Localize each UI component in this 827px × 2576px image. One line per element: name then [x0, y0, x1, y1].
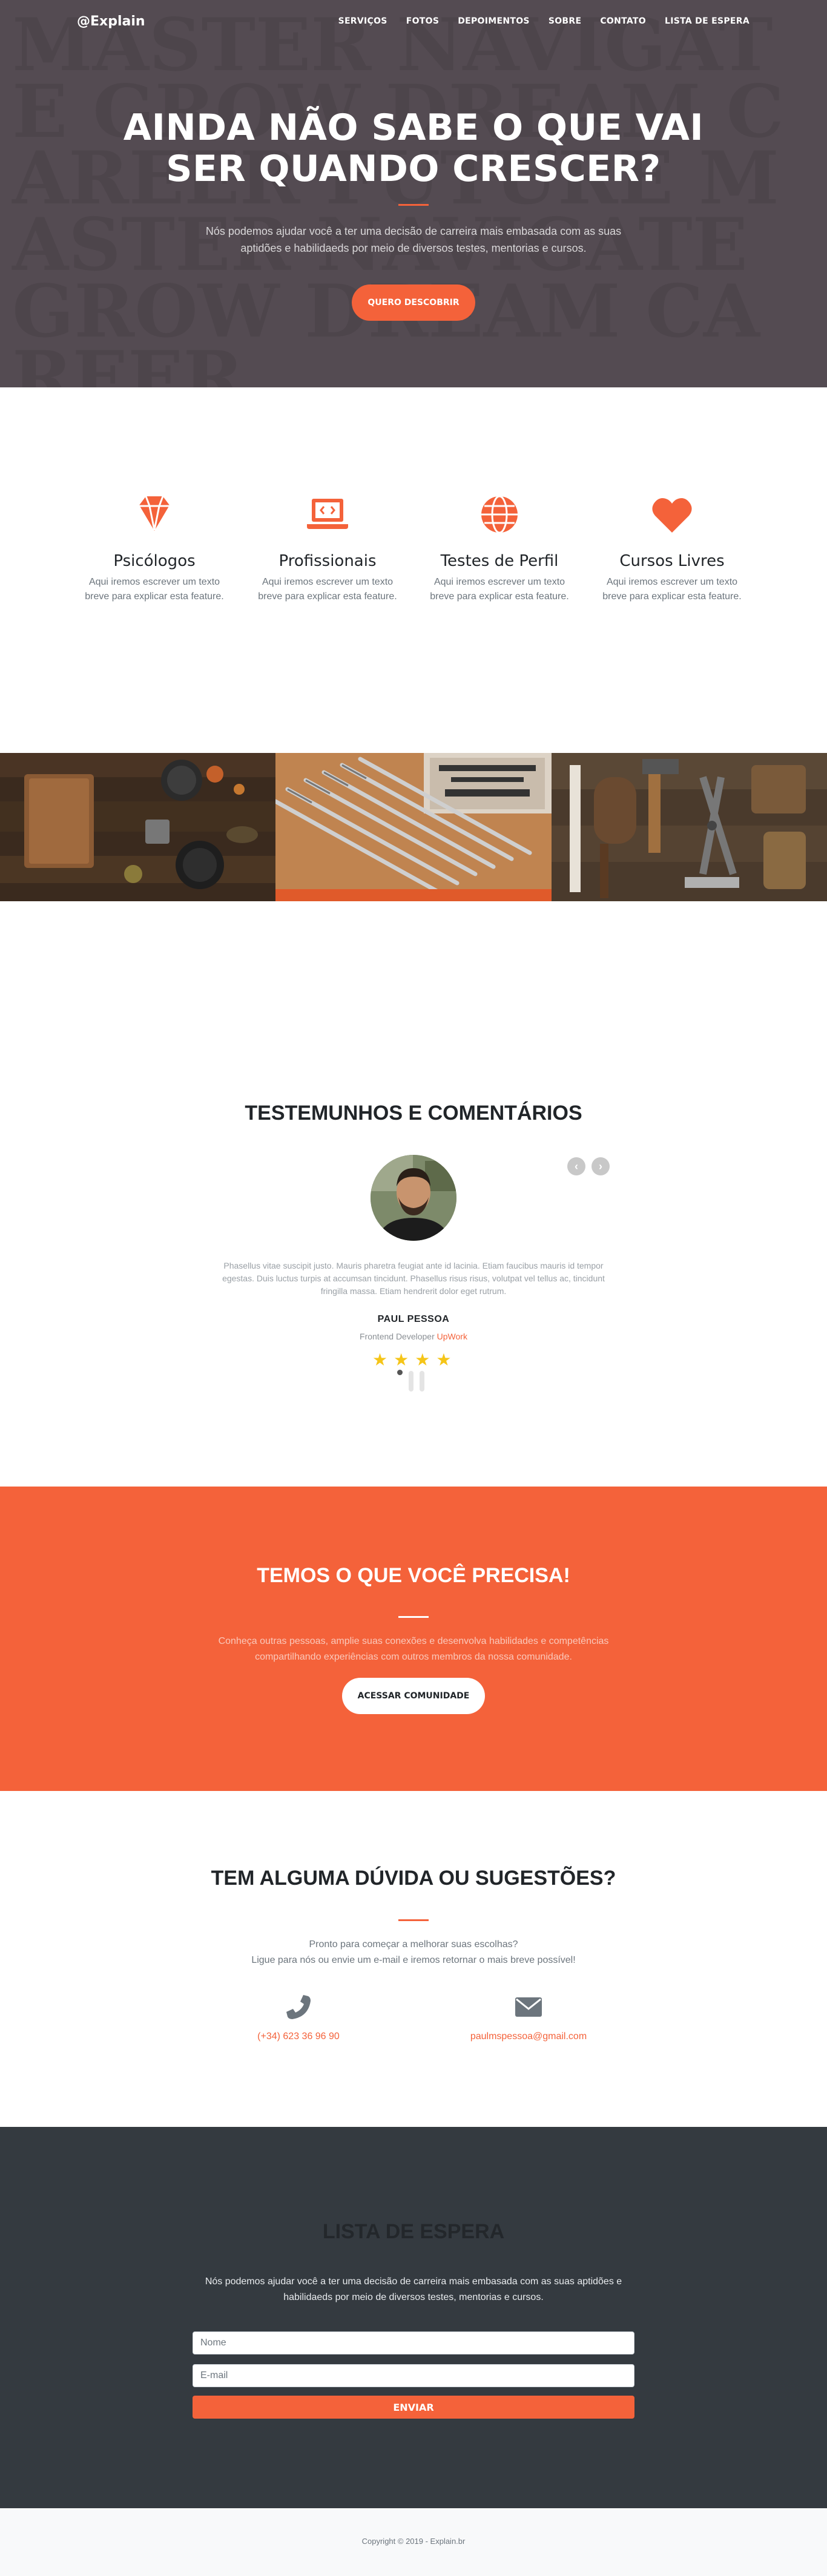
name-input[interactable]: Nome	[193, 2331, 634, 2354]
nav-item-lista-de-espera[interactable]: LISTA DE ESPERA	[665, 16, 750, 26]
carousel-dot-active[interactable]	[397, 1370, 403, 1375]
nav-item-fotos[interactable]: FOTOS	[406, 16, 440, 26]
service-text: Aqui iremos escrever um texto breve para…	[258, 577, 397, 602]
discover-button[interactable]: QUERO DESCOBRIR	[352, 284, 475, 321]
phone-icon	[286, 1995, 311, 2019]
contact-divider	[398, 1919, 429, 1921]
waitlist-section: LISTA DE ESPERA Nós podemos ajudar você …	[0, 2127, 827, 2508]
nav-item-sobre[interactable]: SOBRE	[549, 16, 582, 26]
heart-icon	[652, 498, 692, 533]
contact-phone: (+34) 623 36 96 90	[208, 1993, 389, 2042]
brand-logo[interactable]: @Explain	[77, 14, 145, 29]
avatar	[371, 1155, 456, 1241]
gallery-photo-pens[interactable]	[275, 753, 552, 901]
laptop-code-icon	[307, 499, 348, 529]
chevron-left-icon: ‹	[575, 1160, 578, 1172]
carousel-dot[interactable]	[409, 1371, 414, 1392]
star-icon: ★	[415, 1350, 430, 1369]
copyright: Copyright © 2019 - Explain.br	[361, 2537, 466, 2546]
hero-text: Nós podemos ajudar você a ter uma decisã…	[205, 225, 622, 254]
testimonial-quote: Phasellus vitae suscipit justo. Mauris p…	[222, 1261, 605, 1296]
service-text: Aqui iremos escrever um texto breve para…	[430, 577, 569, 602]
star-icon: ★	[436, 1350, 452, 1369]
footer: Copyright © 2019 - Explain.br	[0, 2508, 827, 2576]
gem-icon	[137, 496, 171, 534]
gallery-photo-desk-items[interactable]	[0, 753, 276, 901]
contact-text: Pronto para começar a melhorar suas esco…	[251, 1939, 576, 1965]
hero-title: AINDA NÃO SABE O QUE VAI SER QUANDO CRES…	[123, 107, 704, 190]
service-title: Testes de Perfil	[440, 552, 559, 570]
company-link[interactable]: UpWork	[437, 1332, 467, 1341]
chevron-right-icon: ›	[599, 1160, 602, 1172]
service-title: Profissionais	[278, 552, 377, 570]
service-text: Aqui iremos escrever um texto breve para…	[85, 577, 224, 602]
nav-item-depoimentos[interactable]: DEPOIMENTOS	[458, 16, 530, 26]
hero-divider	[398, 204, 429, 206]
contact-section: TEM ALGUMA DÚVIDA OU SUGESTÕES? Pronto p…	[0, 1791, 827, 2127]
waitlist-text: Nós podemos ajudar você a ter uma decisã…	[205, 2276, 622, 2302]
nav-item-contato[interactable]: CONTATO	[600, 16, 646, 26]
cta-text: Conheça outras pessoas, amplie suas cone…	[218, 1636, 609, 1662]
envelope-icon	[515, 1997, 542, 2017]
section-title: TEM ALGUMA DÚVIDA OU SUGESTÕES?	[211, 1867, 616, 1890]
carousel-indicators	[397, 1370, 424, 1392]
community-cta-section: TEMOS O QUE VOCÊ PRECISA! Conheça outras…	[0, 1487, 827, 1791]
phone-number[interactable]: (+34) 623 36 96 90	[208, 2031, 389, 2042]
star-icon: ★	[394, 1350, 409, 1369]
service-psicologos: Psicólogos Aqui iremos escrever um texto…	[79, 490, 230, 604]
cta-divider	[398, 1616, 429, 1618]
section-title: TESTEMUNHOS E COMENTÁRIOS	[245, 1102, 582, 1125]
gallery-photo-tools[interactable]	[551, 753, 827, 901]
service-cursos-livres: Cursos Livres Aqui iremos escrever um te…	[596, 490, 748, 604]
carousel-dot[interactable]	[420, 1371, 424, 1392]
send-button[interactable]: ENVIAR	[193, 2396, 634, 2419]
services-section: Psicólogos Aqui iremos escrever um texto…	[0, 387, 827, 753]
service-testes-de-perfil: Testes de Perfil Aqui iremos escrever um…	[424, 490, 575, 604]
service-text: Aqui iremos escrever um texto breve para…	[602, 577, 742, 602]
service-title: Psicólogos	[113, 552, 196, 570]
email-address[interactable]: paulmspessoa@gmail.com	[438, 2031, 619, 2042]
testimonial-role: Frontend Developer UpWork	[360, 1332, 467, 1341]
testimonials-section: TESTEMUNHOS E COMENTÁRIOS ‹ › Phasellus …	[0, 901, 827, 1487]
carousel-prev-button[interactable]: ‹	[567, 1157, 585, 1175]
section-title: TEMOS O QUE VOCÊ PRECISA!	[257, 1564, 570, 1587]
service-title: Cursos Livres	[619, 552, 725, 570]
top-navbar: @Explain SERVIÇOS FOTOS DEPOIMENTOS SOBR…	[0, 0, 827, 44]
nav-menu: SERVIÇOS FOTOS DEPOIMENTOS SOBRE CONTATO…	[338, 16, 750, 26]
hero-section: MASTER NAVIGATE GROW DREAM CAREER FUTURE…	[0, 0, 827, 387]
service-profissionais: Profissionais Aqui iremos escrever um te…	[252, 490, 403, 604]
rating-stars: ★ ★ ★ ★	[372, 1352, 451, 1368]
star-icon: ★	[372, 1350, 388, 1369]
nav-item-servicos[interactable]: SERVIÇOS	[338, 16, 387, 26]
section-title: LISTA DE ESPERA	[322, 2220, 505, 2243]
community-button[interactable]: ACESSAR COMUNIDADE	[342, 1678, 485, 1714]
carousel-next-button[interactable]: ›	[591, 1157, 610, 1175]
contact-email: paulmspessoa@gmail.com	[438, 1993, 619, 2042]
hero-background-texture: MASTER NAVIGATE GROW DREAM CAREER FUTURE…	[12, 2, 784, 388]
photos-gallery	[0, 753, 827, 901]
testimonial-name: PAUL PESSOA	[377, 1314, 450, 1324]
globe-icon	[481, 495, 518, 534]
email-input[interactable]: E-mail	[193, 2364, 634, 2387]
